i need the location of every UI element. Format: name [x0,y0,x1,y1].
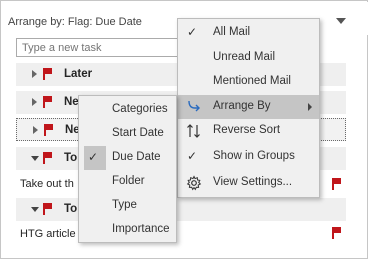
submenu-item-categories[interactable]: Categories [79,98,176,122]
group-label: To [64,152,78,164]
task-row[interactable]: HTG article [20,228,76,240]
group-row-today[interactable]: To [16,198,346,221]
task-row[interactable]: Take out th [20,178,74,190]
checkmark-icon: ✓ [187,25,198,39]
group-label: To [64,203,78,215]
menu-item-label: Show in Groups [213,150,295,162]
menu-item-label: Importance [112,223,170,235]
arrange-by-icon [188,100,200,112]
arrange-by-label[interactable]: Arrange by: Flag: Due Date [8,16,142,28]
menu-item-mentioned-mail[interactable]: Mentioned Mail [178,70,319,94]
submenu-item-importance[interactable]: Importance [79,218,176,242]
menu-item-label: Due Date [112,151,161,163]
gear-icon [186,175,202,191]
submenu-item-due-date[interactable]: ✓ Due Date [79,146,176,170]
flag-icon [43,152,53,164]
view-context-menu: ✓ All Mail Unread Mail Mentioned Mail Ar… [177,18,320,198]
flag-icon [43,203,53,215]
submenu-item-start-date[interactable]: Start Date [79,122,176,146]
flag-icon [44,124,54,136]
checkmark-icon: ✓ [88,150,99,164]
menu-item-label: Unread Mail [213,51,275,63]
menu-item-label: Categories [112,103,168,115]
menu-item-label: Arrange By [213,100,271,112]
submenu-arrow-icon [308,103,312,111]
task-flag-icon[interactable] [332,178,342,190]
menu-item-label: All Mail [213,26,251,38]
group-label: Later [64,68,93,80]
menu-item-label: Start Date [112,127,164,139]
menu-item-all-mail[interactable]: ✓ All Mail [178,21,319,45]
menu-item-view-settings[interactable]: View Settings... [178,171,319,195]
task-list-pane: Arrange by: Flag: Due Date Later Ne Ne T… [0,0,368,259]
checkmark-icon: ✓ [187,149,198,163]
menu-item-unread-mail[interactable]: Unread Mail [178,46,319,70]
menu-item-show-in-groups[interactable]: ✓ Show in Groups [178,145,319,169]
reverse-sort-icon [187,124,200,138]
expand-icon[interactable] [32,98,37,106]
expand-icon[interactable] [32,70,37,78]
flag-icon [43,68,53,80]
submenu-item-folder[interactable]: Folder [79,170,176,194]
task-title: Take out th [20,178,74,190]
task-flag-icon[interactable] [332,227,342,239]
group-label: Ne [64,96,79,108]
menu-item-label: Type [112,199,137,211]
menu-item-arrange-by[interactable]: Arrange By [178,95,319,119]
menu-item-reverse-sort[interactable]: Reverse Sort [178,119,319,143]
collapse-icon[interactable] [31,207,39,212]
new-task-input[interactable] [16,38,204,57]
menu-item-label: View Settings... [213,176,293,188]
menu-item-label: Mentioned Mail [213,75,291,87]
arrange-dropdown-icon[interactable] [335,16,347,26]
expand-icon[interactable] [33,126,38,134]
task-title: HTG article [20,228,76,240]
arrange-by-submenu: Categories Start Date ✓ Due Date Folder … [78,95,177,243]
collapse-icon[interactable] [31,156,39,161]
menu-item-label: Reverse Sort [213,124,281,136]
submenu-item-type[interactable]: Type [79,194,176,218]
menu-item-label: Folder [112,175,145,187]
flag-icon [43,96,53,108]
